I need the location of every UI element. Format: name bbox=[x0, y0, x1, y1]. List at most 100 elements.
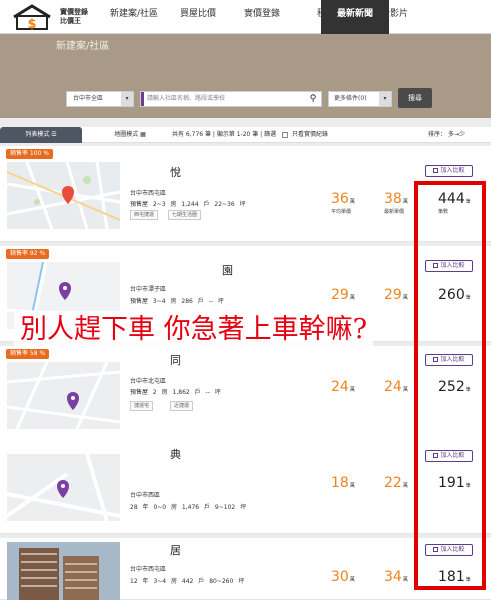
nav-price-registry[interactable]: 實價登錄 bbox=[230, 0, 294, 34]
project-address: 台中市潭子區 bbox=[130, 286, 167, 293]
project-name[interactable]: 居 bbox=[170, 542, 181, 558]
avg-price: 24萬 bbox=[331, 376, 355, 395]
project-map-thumbnail[interactable] bbox=[7, 454, 120, 521]
chevron-down-icon: ▾ bbox=[379, 92, 391, 106]
avg-price-value: 30 bbox=[331, 569, 349, 585]
avg-price-label: 平均單價 bbox=[331, 209, 352, 215]
more-filters-value: 更多條件(0) bbox=[334, 95, 367, 102]
max-price-value: 22 bbox=[384, 475, 402, 491]
avg-price: 30萬 bbox=[331, 566, 355, 585]
chevron-down-icon: ▾ bbox=[121, 92, 133, 106]
project-address: 台中市北屯區 bbox=[130, 378, 167, 385]
city-select[interactable]: 台中市全區 ▾ bbox=[66, 91, 134, 107]
sales-rate-badge: 銷售率 100 % bbox=[6, 149, 53, 159]
building-photo-graphic bbox=[7, 542, 120, 600]
result-info: 共有 6,776 筆 | 顯示第 1-20 筆 | 篩選 只看實價紀錄 bbox=[172, 127, 328, 143]
price-unit: 萬 bbox=[349, 387, 355, 393]
tab-map-mode-label: 地圖模式 bbox=[114, 131, 139, 138]
tab-list-mode[interactable]: 列表模式 ☰ bbox=[0, 127, 82, 143]
search-placeholder: 請輸入社區名稱、路段或學校 bbox=[147, 95, 226, 102]
price-unit: 萬 bbox=[349, 199, 355, 205]
project-meta: 預售屋 2~3 房 1,244 戶 22~36 坪 bbox=[130, 201, 246, 208]
project-name[interactable]: 同 bbox=[170, 352, 181, 368]
sort-label: 排序： bbox=[428, 131, 447, 138]
avg-price: 36萬 bbox=[331, 188, 355, 207]
project-name[interactable]: 園 bbox=[222, 262, 233, 278]
max-price-value: 38 bbox=[384, 191, 402, 207]
avg-price-value: 29 bbox=[331, 287, 349, 303]
sales-rate-badge: 銷售率 58 % bbox=[6, 349, 50, 359]
project-address: 台中市西屯區 bbox=[130, 566, 167, 573]
project-address: 台中市西屯區 bbox=[130, 190, 167, 197]
avg-price-value: 24 bbox=[331, 379, 349, 395]
project-meta: 預售屋 3~4 房 286 戶 -- 坪 bbox=[130, 298, 224, 305]
logo-line-1: 實價登錄 bbox=[60, 8, 88, 16]
nav-latest-news[interactable]: 最新新聞 bbox=[321, 0, 389, 34]
project-map-thumbnail[interactable] bbox=[7, 362, 120, 429]
add-compare-button[interactable]: 加入比較 bbox=[425, 165, 473, 177]
max-price-value: 29 bbox=[384, 287, 402, 303]
project-meta: 28 年 0~0 房 1,476 戶 9~102 坪 bbox=[130, 504, 247, 511]
project-name[interactable]: 悅 bbox=[170, 164, 181, 180]
compare-checkbox bbox=[433, 168, 439, 173]
price-only-checkbox[interactable] bbox=[282, 131, 289, 138]
project-address: 台中市西區 bbox=[130, 492, 161, 499]
map-icon: ▦ bbox=[140, 131, 146, 138]
add-compare-label: 加入比較 bbox=[440, 167, 465, 174]
avg-price-value: 18 bbox=[331, 475, 349, 491]
project-meta: 預售屋 2 房 1,862 戶 -- 坪 bbox=[130, 389, 221, 396]
avg-price-value: 36 bbox=[331, 191, 349, 207]
logo-text: 實價登錄 比價王 bbox=[60, 8, 88, 26]
map-thumbnail-graphic bbox=[7, 454, 120, 521]
city-select-value: 台中市全區 bbox=[73, 95, 104, 102]
search-accent-bar bbox=[141, 92, 144, 106]
max-price: 24萬 bbox=[384, 376, 408, 395]
price-unit: 萬 bbox=[402, 483, 408, 489]
sort-select[interactable]: 排序： 多→少 bbox=[428, 127, 465, 143]
house-dollar-icon: $ bbox=[13, 4, 51, 31]
site-logo[interactable]: $ 實價登錄 比價王 bbox=[8, 3, 96, 31]
project-tag[interactable]: 捷運宅 bbox=[130, 401, 154, 411]
sort-value: 多→少 bbox=[447, 131, 465, 138]
project-map-thumbnail[interactable] bbox=[7, 162, 120, 229]
nav-buy-compare[interactable]: 買屋比價 bbox=[166, 0, 230, 34]
list-icon: ☰ bbox=[51, 131, 57, 138]
price-only-label: 只看實價紀錄 bbox=[291, 131, 328, 138]
search-input[interactable]: 請輸入社區名稱、路段或學校 ⚲ bbox=[140, 91, 322, 107]
project-tag[interactable]: 七期生活圈 bbox=[168, 210, 202, 220]
price-unit: 萬 bbox=[402, 577, 408, 583]
search-icon[interactable]: ⚲ bbox=[307, 93, 319, 105]
avg-price: 18萬 bbox=[331, 472, 355, 491]
project-tag[interactable]: 西屯捷運 bbox=[130, 210, 159, 220]
tab-list-mode-label: 列表模式 bbox=[25, 131, 50, 138]
more-filters-select[interactable]: 更多條件(0) ▾ bbox=[328, 91, 392, 107]
overlay-caption: 別人趕下車 你急著上車幹嘛? bbox=[14, 311, 374, 349]
tab-map-mode[interactable]: 地圖模式 ▦ bbox=[100, 127, 160, 143]
price-unit: 萬 bbox=[349, 577, 355, 583]
project-meta: 12 年 3~4 房 442 戶 80~260 坪 bbox=[130, 578, 245, 585]
max-price: 22萬 bbox=[384, 472, 408, 491]
max-price: 34萬 bbox=[384, 566, 408, 585]
search-button[interactable]: 搜尋 bbox=[398, 88, 432, 108]
nav-new-projects[interactable]: 新建案/社區 bbox=[102, 0, 166, 34]
highlight-frame bbox=[414, 181, 486, 590]
project-tag[interactable]: 近捷運 bbox=[170, 401, 194, 411]
max-price-value: 24 bbox=[384, 379, 402, 395]
map-thumbnail-graphic bbox=[7, 162, 120, 229]
project-name[interactable]: 典 bbox=[170, 446, 181, 462]
project-photo-thumbnail[interactable] bbox=[7, 542, 120, 600]
price-unit: 萬 bbox=[402, 199, 408, 205]
page-title: 新建案/社區 bbox=[56, 41, 110, 52]
logo-line-2: 比價王 bbox=[60, 17, 81, 25]
max-price: 29萬 bbox=[384, 284, 408, 303]
search-hero: 新建案/社區 台中市全區 ▾ 請輸入社區名稱、路段或學校 ⚲ 更多條件(0) ▾… bbox=[0, 34, 491, 118]
top-nav: $ 實價登錄 比價王 新建案/社區 買屋比價 實價登錄 租屋 最新影片 最新新聞 bbox=[0, 0, 491, 34]
svg-text:$: $ bbox=[27, 17, 36, 31]
sales-rate-badge: 銷售率 92 % bbox=[6, 249, 50, 259]
avg-price: 29萬 bbox=[331, 284, 355, 303]
list-toolbar: 列表模式 ☰ 地圖模式 ▦ 共有 6,776 筆 | 顯示第 1-20 筆 | … bbox=[0, 127, 491, 143]
price-unit: 萬 bbox=[402, 295, 408, 301]
price-unit: 萬 bbox=[349, 483, 355, 489]
max-price-label: 最新單價 bbox=[384, 209, 405, 215]
price-unit: 萬 bbox=[349, 295, 355, 301]
